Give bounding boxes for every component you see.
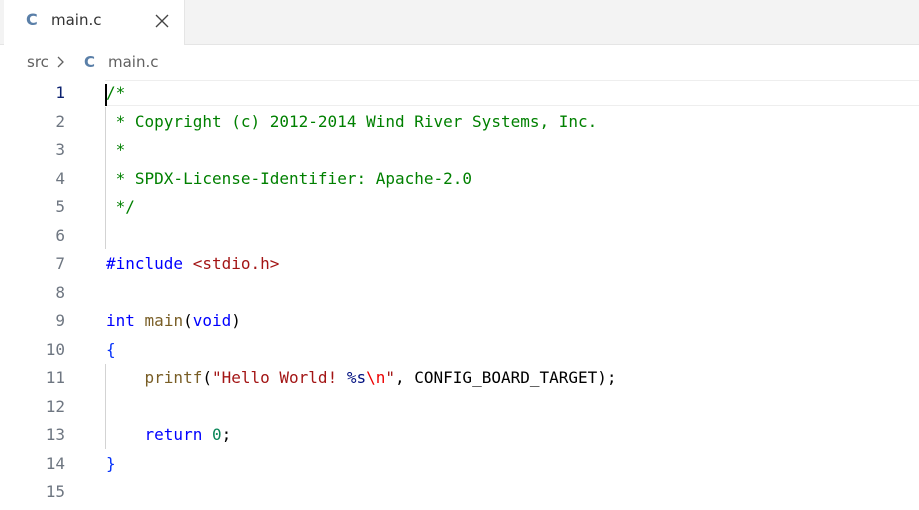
line-number: 9: [55, 311, 65, 330]
line-number: 10: [45, 339, 65, 359]
breadcrumb-file-main-c[interactable]: main.c: [108, 53, 159, 71]
code-token: printf: [144, 368, 203, 387]
line-number: 4: [55, 168, 65, 188]
code-line[interactable]: 7 #include <stdio.h>: [0, 250, 919, 279]
code-token: main: [144, 311, 184, 330]
code-text: * SPDX-License-Identifier: Apache-2.0: [106, 169, 472, 188]
code-line[interactable]: 10 {: [0, 336, 919, 365]
code-token: (: [202, 368, 212, 387]
line-number: 8: [55, 282, 65, 302]
code-line[interactable]: 5 */: [0, 193, 919, 222]
line-number: 11: [45, 368, 65, 387]
tab-main-c[interactable]: C main.c: [4, 0, 185, 45]
code-line[interactable]: 6: [0, 222, 919, 251]
line-number: 13: [45, 425, 65, 444]
close-icon[interactable]: [152, 11, 172, 31]
code-token: }: [106, 453, 116, 473]
code-token: ": [385, 368, 395, 387]
code-line[interactable]: 1 /*: [0, 79, 919, 108]
code-text: * Copyright (c) 2012-2014 Wind River Sys…: [106, 111, 598, 131]
code-token: \n: [366, 368, 386, 387]
code-text: *: [106, 140, 126, 159]
line-number: 5: [55, 197, 65, 216]
code-token: * Copyright (c) 2012-2014 Wind River Sys…: [106, 111, 598, 131]
code-token: * SPDX-License-Identifier: Apache-2.0: [106, 168, 473, 188]
code-token: *: [106, 140, 126, 159]
line-number: 6: [55, 225, 65, 245]
code-token: %s: [346, 368, 367, 387]
code-line[interactable]: 8: [0, 279, 919, 308]
code-text: /*: [106, 83, 125, 102]
line-number: 12: [45, 396, 65, 416]
code-line[interactable]: 13 return 0;: [0, 421, 919, 450]
code-line[interactable]: 12: [0, 393, 919, 422]
code-editor[interactable]: 1 /* 2 * Copyright (c) 2012-2014 Wind Rive…: [0, 79, 919, 510]
breadcrumb-folder-src[interactable]: src: [27, 53, 49, 71]
code-token: (: [183, 311, 193, 330]
code-token: <stdio.h>: [192, 254, 280, 273]
code-line[interactable]: 9 int main(void): [0, 307, 919, 336]
line-number: 7: [55, 254, 65, 273]
line-number: 14: [45, 453, 65, 473]
code-line[interactable]: 4 * SPDX-License-Identifier: Apache-2.0: [0, 165, 919, 194]
code-token: int: [106, 311, 135, 330]
code-token: */: [106, 197, 135, 216]
breadcrumb: src C main.c: [0, 45, 919, 79]
code-token: {: [106, 339, 116, 359]
code-text: int main(void): [106, 311, 241, 330]
code-token: , CONFIG_BOARD_TARGET);: [395, 368, 617, 387]
code-line[interactable]: 2 * Copyright (c) 2012-2014 Wind River S…: [0, 108, 919, 137]
code-token: ): [231, 311, 241, 330]
line-number: 1: [55, 83, 65, 102]
code-line[interactable]: 11 printf("Hello World! %s\n", CONFIG_BO…: [0, 364, 919, 393]
code-token: "Hello World!: [211, 368, 347, 387]
code-text: return 0;: [106, 425, 232, 444]
code-token: void: [192, 311, 232, 330]
code-text: */: [106, 197, 135, 216]
code-text: {: [106, 340, 116, 359]
code-token: /*: [106, 83, 126, 102]
code-line[interactable]: 3 *: [0, 136, 919, 165]
code-token: #include: [106, 254, 184, 273]
c-file-icon: C: [84, 53, 96, 71]
code-text: #include <stdio.h>: [106, 254, 279, 273]
code-text: printf("Hello World! %s\n", CONFIG_BOARD…: [106, 368, 617, 387]
code-token: ;: [221, 425, 232, 444]
line-number: 2: [55, 111, 65, 131]
tab-label: main.c: [51, 11, 102, 29]
code-token: return: [144, 425, 203, 444]
line-number: 3: [55, 140, 65, 159]
code-line[interactable]: 15: [0, 478, 919, 507]
code-text: }: [106, 454, 116, 473]
code-line[interactable]: 14}: [0, 450, 919, 479]
code-token: 0: [211, 425, 222, 444]
c-file-icon: C: [26, 10, 38, 29]
editor-tab-bar: C main.c: [0, 0, 919, 45]
chevron-right-icon: [56, 54, 66, 74]
line-number: 15: [45, 482, 65, 501]
